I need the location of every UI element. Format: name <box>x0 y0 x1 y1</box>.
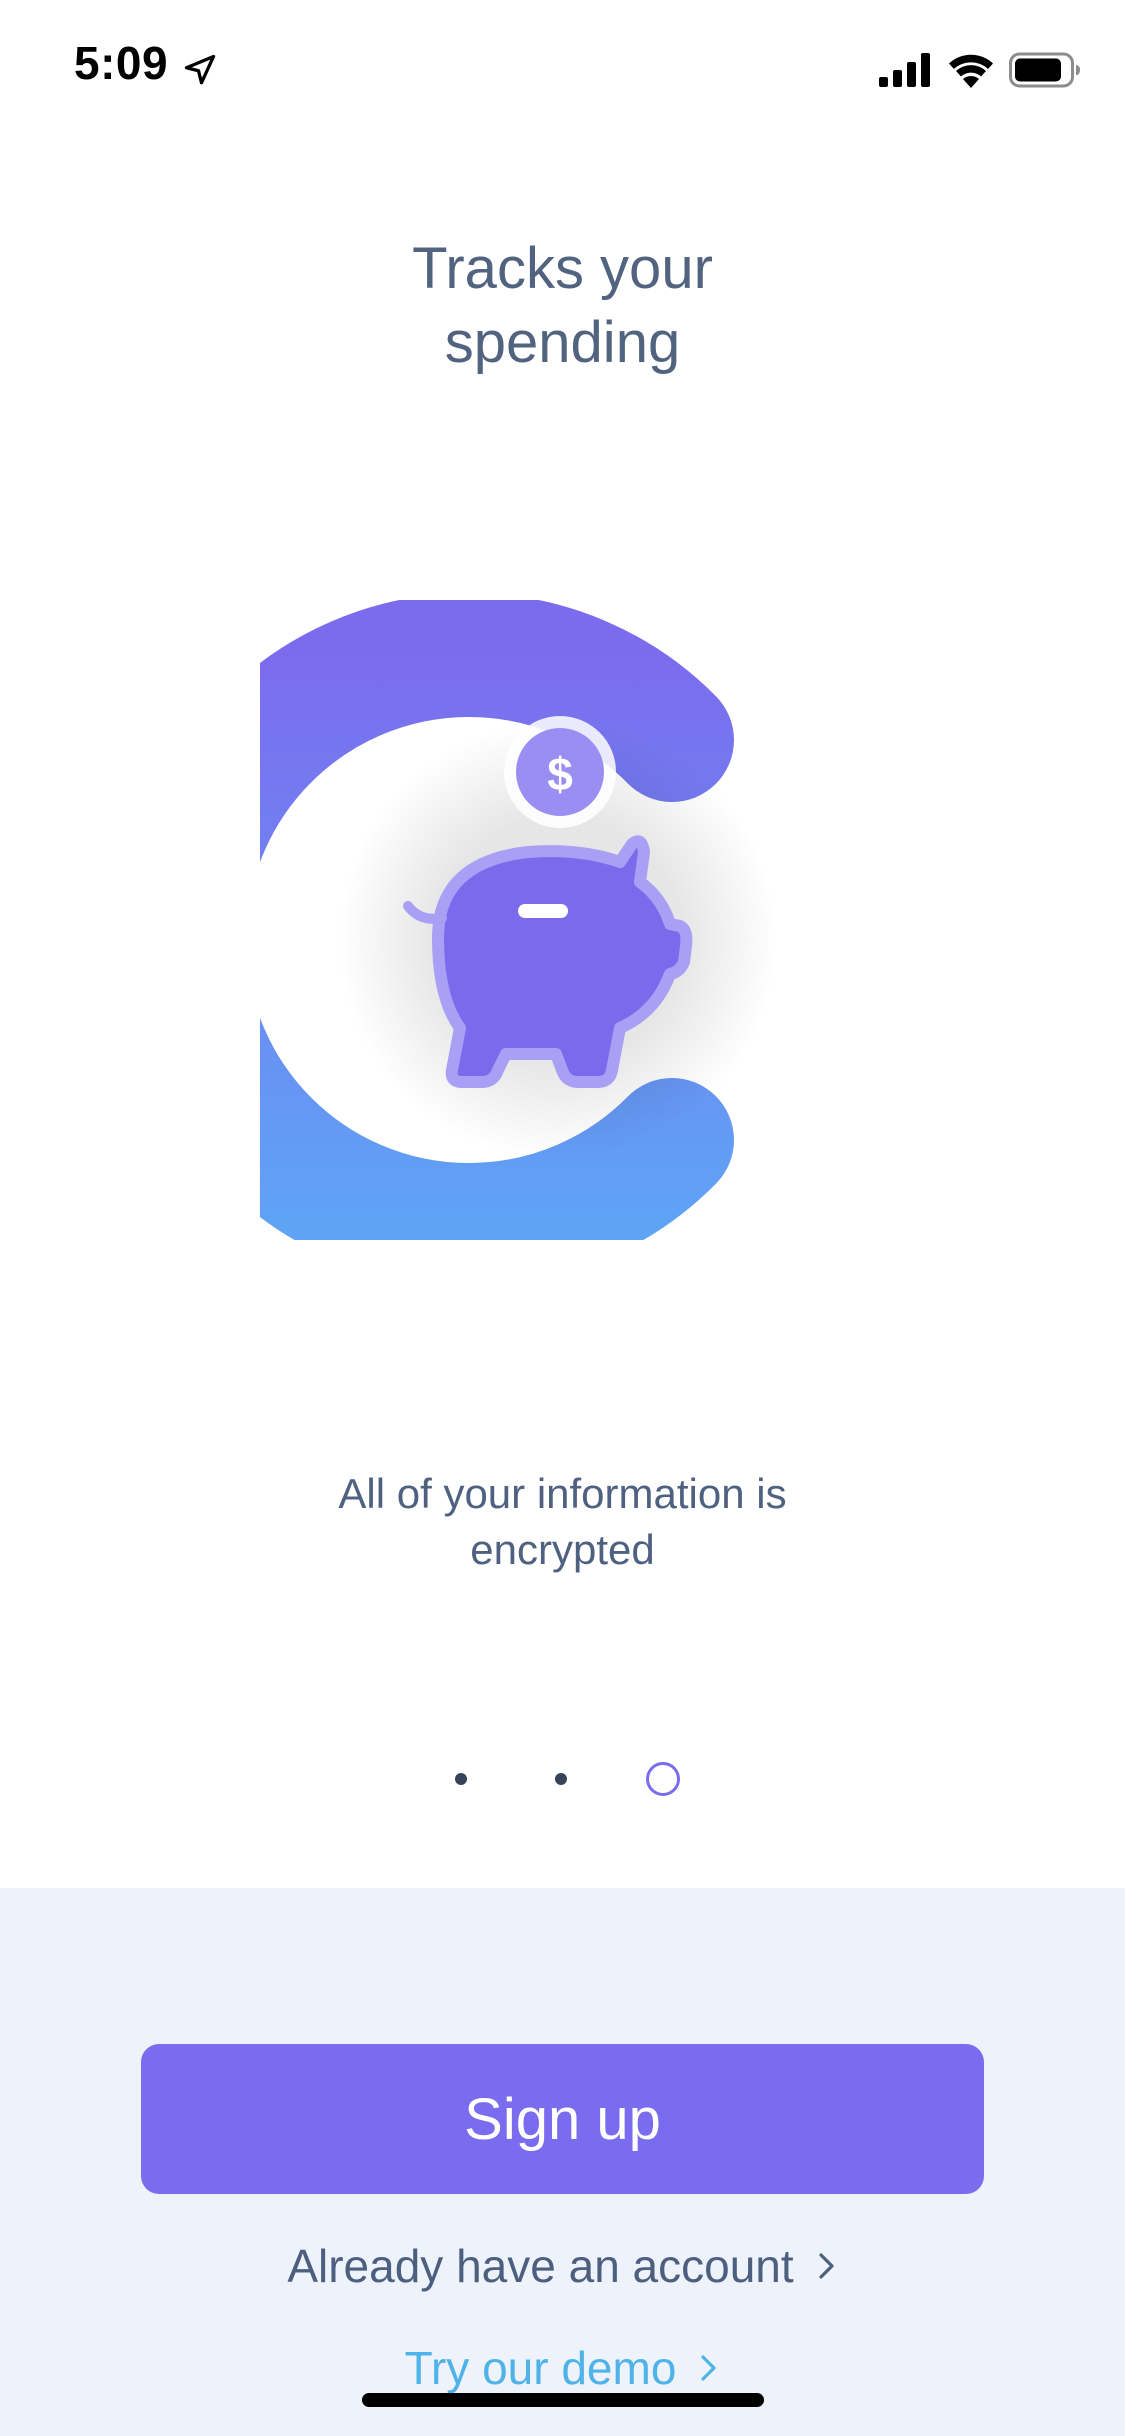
status-time: 5:09 <box>74 37 169 89</box>
signup-button[interactable]: Sign up <box>141 2044 984 2194</box>
wifi-icon <box>949 54 993 88</box>
page-dot-3-active[interactable] <box>646 1762 680 1796</box>
status-icons <box>879 50 1081 90</box>
svg-text:$: $ <box>547 748 573 800</box>
page-indicator <box>0 1760 1125 1800</box>
caption-line-2: encrypted <box>470 1526 655 1573</box>
caption-line-1: All of your information is <box>338 1470 787 1517</box>
page-title: Tracks your spending <box>0 232 1125 380</box>
chevron-right-icon <box>701 2355 717 2381</box>
page-dot-2[interactable] <box>555 1773 567 1785</box>
login-link-label: Already have an account <box>287 2240 794 2292</box>
signal-icon <box>879 53 930 87</box>
demo-link[interactable]: Try our demo <box>0 2338 1125 2398</box>
chevron-right-icon <box>819 2253 834 2279</box>
feature-caption: All of your information is encrypted <box>0 1466 1125 1578</box>
title-line-1: Tracks your <box>412 236 713 301</box>
piggy-bank-illustration: $ <box>260 600 778 1240</box>
login-link[interactable]: Already have an account <box>0 2236 1125 2296</box>
location-arrow-icon <box>184 54 216 85</box>
actions-panel: Sign up Already have an account Try our … <box>0 1888 1125 2436</box>
status-bar: 5:09 <box>0 0 1125 132</box>
battery-icon <box>1009 52 1080 88</box>
title-line-2: spending <box>444 310 681 375</box>
page-dot-1[interactable] <box>455 1773 467 1785</box>
coin-icon: $ <box>504 716 616 828</box>
demo-link-label: Try our demo <box>404 2342 677 2394</box>
home-indicator[interactable] <box>362 2393 764 2407</box>
